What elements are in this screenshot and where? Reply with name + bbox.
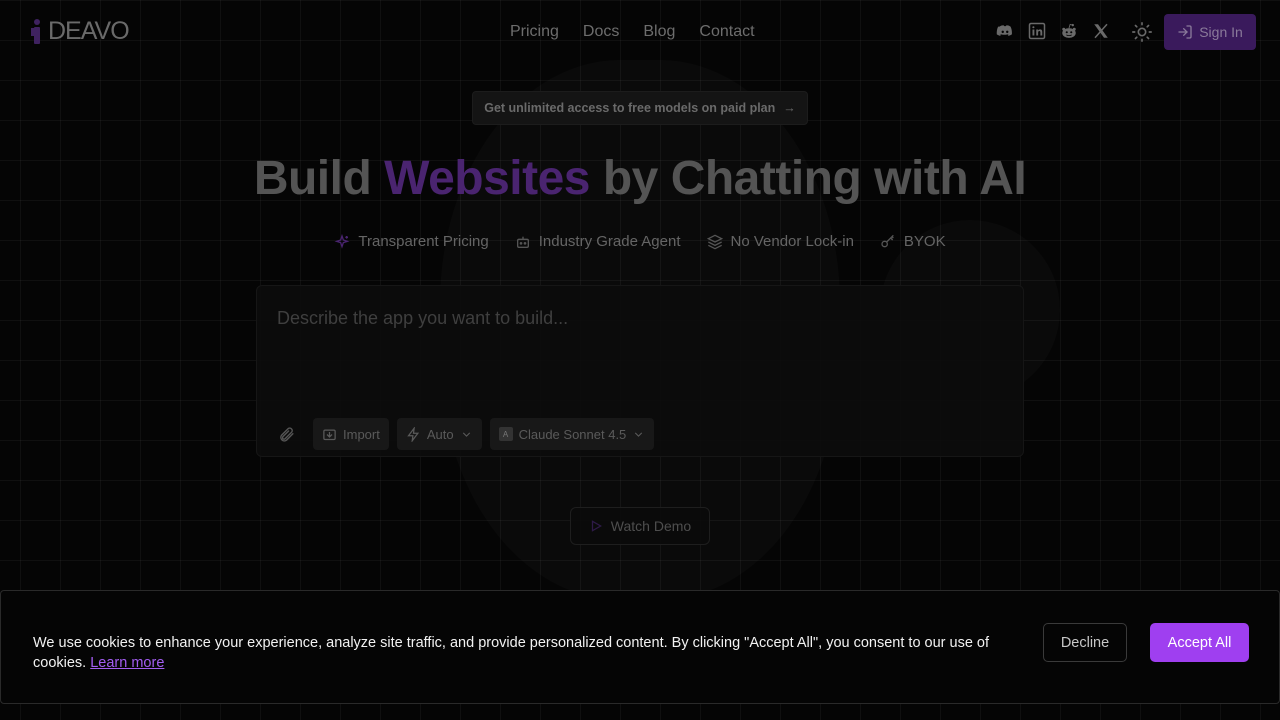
prompt-box: Import Auto A Claude Sonnet 4.5 — [256, 285, 1024, 457]
layers-icon — [706, 234, 723, 249]
log-in-icon — [1178, 25, 1192, 39]
zap-icon — [407, 426, 419, 442]
learn-more-link[interactable]: Learn more — [90, 655, 164, 671]
headline-accent: Websites — [384, 152, 590, 205]
mode-select[interactable]: Auto — [396, 418, 482, 450]
logo-text: DEAVO — [48, 17, 130, 45]
feature-item: Industry Grade Agent — [515, 233, 681, 250]
nav-link-pricing[interactable]: Pricing — [510, 22, 559, 42]
announcement-banner[interactable]: Get unlimited access to free models on p… — [472, 91, 808, 125]
x-icon[interactable] — [1092, 22, 1110, 40]
sign-in-label: Sign In — [1199, 24, 1243, 40]
play-icon — [591, 520, 602, 532]
logo-mark-icon — [31, 19, 40, 44]
paperclip-icon[interactable] — [273, 421, 299, 447]
nav-link-blog[interactable]: Blog — [643, 22, 675, 42]
discord-icon[interactable] — [996, 22, 1014, 40]
sun-icon[interactable] — [1131, 21, 1153, 43]
nav-link-contact[interactable]: Contact — [699, 22, 754, 42]
logo[interactable]: DEAVO — [30, 17, 130, 45]
prompt-input[interactable] — [277, 304, 997, 332]
model-label: Claude Sonnet 4.5 — [518, 426, 627, 442]
import-icon — [323, 429, 336, 440]
site-header: DEAVO Pricing Docs Blog Contact Sign In — [0, 0, 1280, 64]
cookie-text: We use cookies to enhance your experienc… — [33, 635, 990, 671]
chevron-down-icon — [635, 431, 643, 437]
watch-demo-label: Watch Demo — [610, 518, 692, 534]
page: DEAVO Pricing Docs Blog Contact Sign In … — [0, 0, 1280, 720]
feature-label: BYOK — [903, 233, 946, 250]
cookie-banner: We use cookies to enhance your experienc… — [0, 590, 1280, 704]
import-label: Import — [343, 426, 380, 442]
feature-list: Transparent Pricing Industry Grade Agent… — [0, 233, 1280, 250]
bot-icon — [516, 236, 529, 248]
headline-part: by Chatting with AI — [602, 152, 1027, 205]
announcement-text: Get unlimited access to free models on p… — [484, 101, 776, 115]
feature-item: No Vendor Lock-in — [706, 233, 854, 250]
import-button[interactable]: Import — [313, 418, 389, 450]
feature-label: No Vendor Lock-in — [730, 233, 854, 250]
mode-label: Auto — [426, 426, 454, 442]
model-select[interactable]: A Claude Sonnet 4.5 — [489, 418, 655, 450]
hero-headline: Build Websites by Chatting with AI — [0, 150, 1280, 208]
nav-link-docs[interactable]: Docs — [583, 22, 619, 42]
feature-item: Transparent Pricing — [334, 233, 489, 250]
linkedin-icon[interactable] — [1028, 22, 1046, 40]
watch-demo-button[interactable]: Watch Demo — [570, 507, 710, 545]
feature-label: Transparent Pricing — [358, 233, 489, 250]
chevron-down-icon — [462, 431, 470, 437]
cookie-message: We use cookies to enhance your experienc… — [33, 633, 993, 673]
reddit-icon[interactable] — [1060, 22, 1078, 40]
anthropic-icon: A — [498, 427, 513, 441]
sparkles-icon — [334, 233, 350, 249]
accept-all-button[interactable]: Accept All — [1150, 623, 1249, 662]
feature-item: BYOK — [880, 233, 946, 250]
decline-button[interactable]: Decline — [1043, 623, 1127, 662]
prompt-toolbar: Import Auto A Claude Sonnet 4.5 — [273, 418, 655, 450]
headline-part: Build — [253, 152, 372, 205]
social-links — [996, 22, 1110, 40]
key-icon — [881, 234, 894, 247]
sign-in-button[interactable]: Sign In — [1164, 14, 1256, 50]
arrow-right-icon: → — [783, 101, 796, 115]
feature-label: Industry Grade Agent — [538, 233, 681, 250]
main-nav: Pricing Docs Blog Contact — [510, 22, 755, 42]
